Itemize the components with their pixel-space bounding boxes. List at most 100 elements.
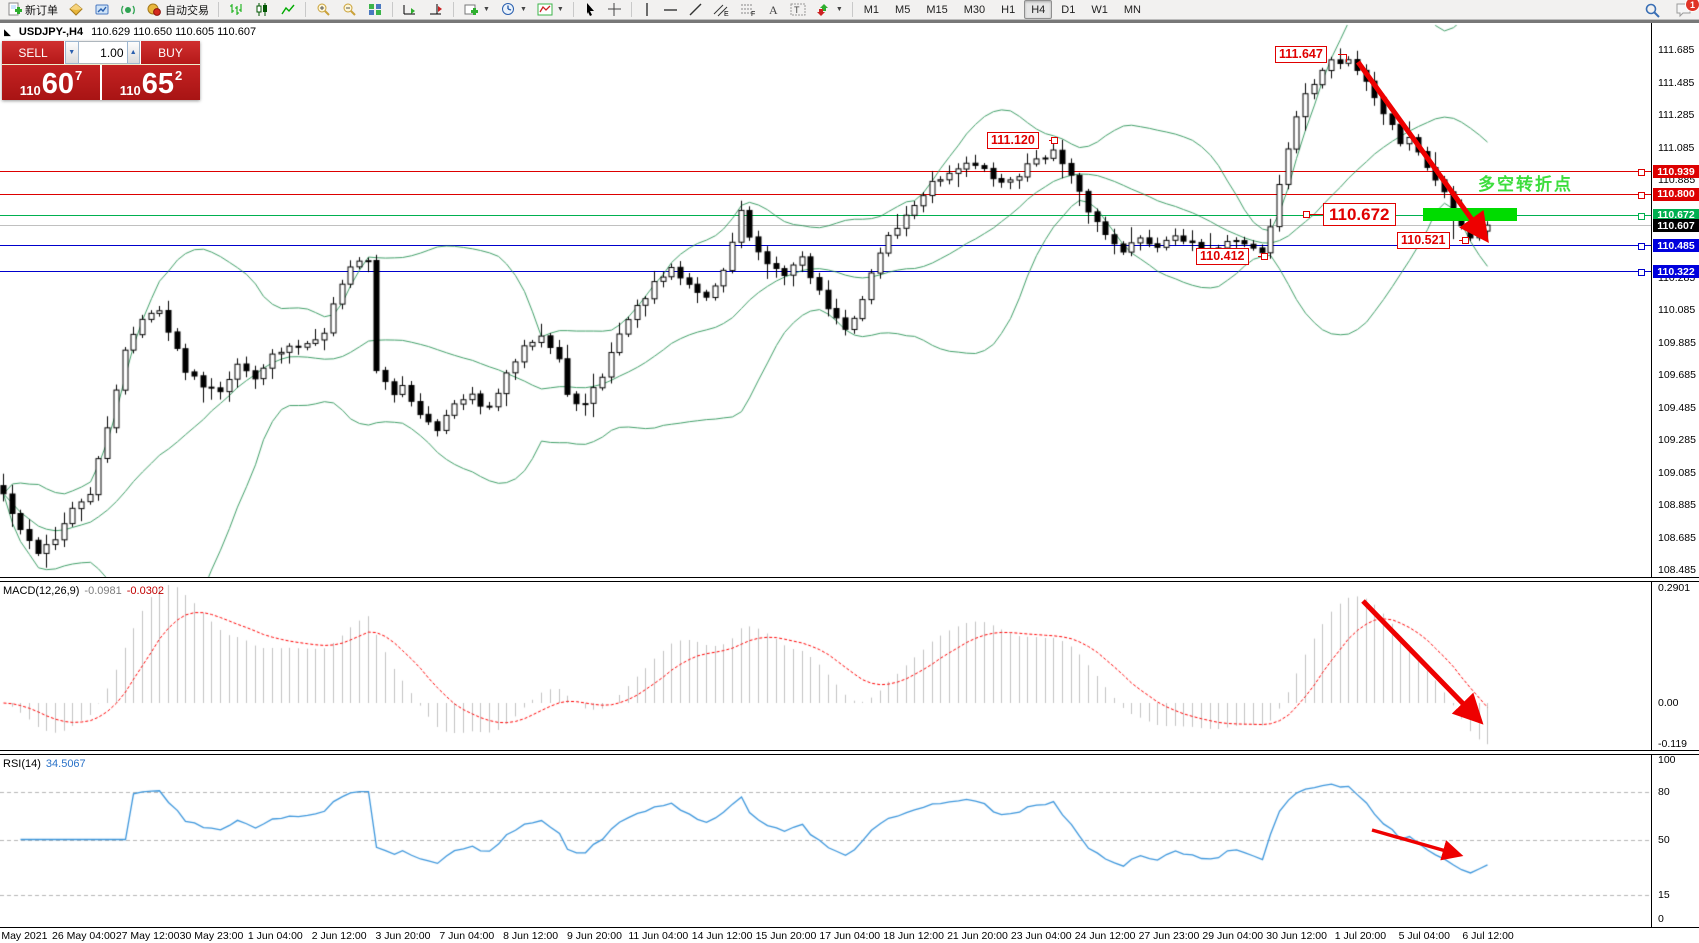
buy-price[interactable]: 110 65 2 — [102, 65, 200, 100]
chart-shift-icon — [428, 2, 444, 17]
chevron-down-icon: ▼ — [557, 6, 564, 13]
price-tick: 110.085 — [1658, 304, 1695, 316]
price-axis[interactable]: 111.685111.485111.285111.085110.885110.2… — [1651, 23, 1699, 927]
new-order-icon — [7, 2, 22, 17]
volume-decrease-button[interactable]: ▼ — [65, 41, 79, 64]
time-tick: 5 Jul 04:00 — [1399, 930, 1450, 942]
vertical-line-icon — [641, 2, 653, 17]
signal-button[interactable] — [115, 0, 141, 20]
buy-button[interactable]: BUY — [140, 41, 200, 64]
price-annotation-level[interactable]: 110.672 — [1323, 203, 1396, 226]
cursor-button[interactable] — [578, 0, 602, 20]
price-annotation-peak[interactable]: 111.647 — [1275, 46, 1327, 63]
price-tag-110.939: 110.939 — [1653, 165, 1699, 178]
indicators-button[interactable]: ▼ — [532, 0, 569, 20]
chinese-annotation: 多空转折点 — [1478, 170, 1573, 195]
auto-trading-button[interactable]: 自动交易 — [141, 0, 214, 20]
macd-axis-tick: 0.2901 — [1658, 582, 1690, 594]
sell-button[interactable]: SELL — [2, 41, 65, 64]
price-tag-110.485: 110.485 — [1653, 239, 1699, 252]
sell-price-base: 110 — [20, 83, 41, 98]
bar-chart-button[interactable] — [223, 0, 249, 20]
timeframe-m5[interactable]: M5 — [888, 0, 917, 19]
timeframe-h1[interactable]: H1 — [994, 0, 1022, 19]
tile-windows-icon — [367, 2, 383, 17]
pane-separator[interactable] — [0, 577, 1699, 582]
timeframe-d1[interactable]: D1 — [1054, 0, 1082, 19]
auto-scroll-icon — [402, 2, 418, 17]
price-tag-110.800: 110.800 — [1653, 188, 1699, 201]
crosshair-button[interactable] — [602, 0, 627, 20]
timeframe-mn[interactable]: MN — [1117, 0, 1148, 19]
chart-shift-button[interactable] — [423, 0, 449, 20]
search-icon[interactable] — [1644, 2, 1661, 19]
macd-axis-tick: -0.119 — [1658, 738, 1687, 750]
price-tag-110.322: 110.322 — [1653, 265, 1699, 278]
notifications-button[interactable]: 1 — [1675, 2, 1693, 18]
trendline-icon — [688, 2, 703, 17]
timeframe-m1[interactable]: M1 — [857, 0, 886, 19]
svg-text:E: E — [724, 11, 729, 17]
volume-increase-button[interactable]: ▲ — [127, 41, 141, 64]
timeframe-h4[interactable]: H4 — [1024, 0, 1052, 19]
new-order-button[interactable]: 新订单 — [2, 0, 63, 20]
horizontal-line-button[interactable] — [658, 0, 683, 20]
timeframe-m15[interactable]: M15 — [919, 0, 954, 19]
fibonacci-button[interactable]: F — [735, 0, 762, 20]
candlestick-chart-button[interactable] — [249, 0, 275, 20]
price-tick: 109.485 — [1658, 402, 1696, 414]
trendline-button[interactable] — [683, 0, 708, 20]
zoom-in-button[interactable] — [310, 0, 336, 20]
tile-windows-button[interactable] — [362, 0, 388, 20]
macd-axis-tick: 0.00 — [1658, 697, 1678, 709]
time-axis[interactable]: 4 May 202126 May 04:0027 May 12:0030 May… — [0, 927, 1699, 943]
profiles-button[interactable] — [63, 0, 89, 20]
time-tick: 30 May 23:00 — [180, 930, 244, 942]
time-tick: 8 Jun 12:00 — [503, 930, 558, 942]
pane-separator[interactable] — [0, 750, 1699, 755]
timeframe-w1[interactable]: W1 — [1084, 0, 1115, 19]
text-label-button[interactable]: T — [785, 0, 812, 20]
volume-input[interactable] — [79, 41, 127, 64]
annotation-handle — [1051, 137, 1058, 144]
market-watch-button[interactable] — [89, 0, 115, 20]
indicators-icon — [537, 2, 553, 17]
symbol-info-bar: ◣ USDJPY-,H4 110.629 110.650 110.605 110… — [4, 26, 256, 38]
toolbar-separator — [573, 2, 574, 17]
channel-button[interactable]: E — [708, 0, 735, 20]
arrows-button[interactable]: ▼ — [812, 0, 848, 20]
new-chart-icon — [463, 2, 479, 17]
price-annotation-high2[interactable]: 111.120 — [987, 132, 1039, 149]
annotation-handle — [1462, 237, 1469, 244]
price-tick: 109.885 — [1658, 337, 1696, 349]
time-tick: 30 Jun 12:00 — [1266, 930, 1327, 942]
time-tick: 18 Jun 12:00 — [883, 930, 944, 942]
vertical-line-button[interactable] — [636, 0, 658, 20]
rsi-axis-tick: 80 — [1658, 786, 1670, 798]
time-tick: 14 Jun 12:00 — [692, 930, 753, 942]
price-tick: 109.285 — [1658, 434, 1696, 446]
text-button[interactable]: A — [762, 0, 785, 20]
sell-price[interactable]: 110 60 7 — [2, 65, 102, 100]
auto-scroll-button[interactable] — [397, 0, 423, 20]
timeframe-m30[interactable]: M30 — [957, 0, 992, 19]
arrows-icon — [817, 2, 832, 17]
highlight-zone[interactable] — [1423, 208, 1517, 221]
chart-surface[interactable] — [0, 23, 1699, 943]
ohlc-quotes: 110.629 110.650 110.605 110.607 — [91, 26, 256, 38]
zoom-out-button[interactable] — [336, 0, 362, 20]
candlestick-chart-icon — [254, 2, 270, 17]
line-chart-button[interactable] — [275, 0, 301, 20]
time-tick: 4 May 2021 — [0, 930, 47, 942]
time-tick: 3 Jun 20:00 — [376, 930, 431, 942]
annotation-handle — [1261, 253, 1268, 260]
period-button[interactable]: ▼ — [495, 0, 532, 20]
new-chart-button[interactable]: ▼ — [458, 0, 495, 20]
price-annotation-low1[interactable]: 110.412 — [1196, 248, 1249, 265]
chart-window[interactable]: MACD(12,26,9)-0.0981-0.0302 RSI(14)34.50… — [0, 23, 1699, 943]
auto-trading-icon — [146, 2, 162, 17]
macd-label: MACD(12,26,9)-0.0981-0.0302 — [3, 585, 164, 597]
price-annotation-low2[interactable]: 110.521 — [1397, 232, 1450, 249]
time-tick: 27 Jun 23:00 — [1139, 930, 1200, 942]
period-clock-icon — [500, 2, 516, 17]
